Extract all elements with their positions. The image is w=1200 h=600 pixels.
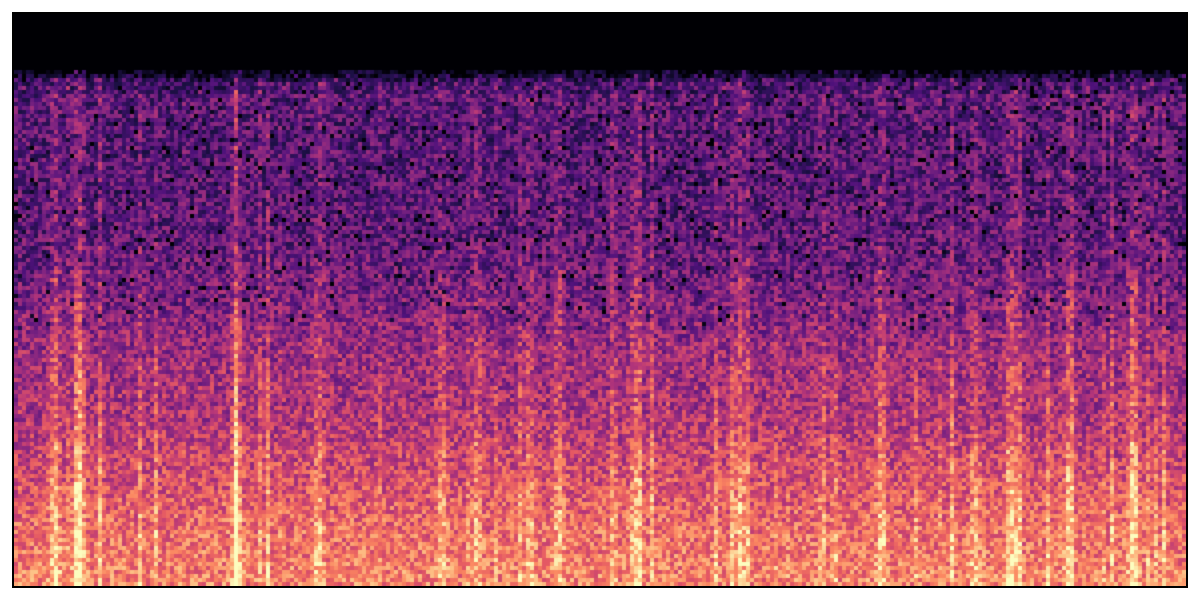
spectrogram-figure bbox=[0, 0, 1200, 600]
spectrogram-heatmap bbox=[14, 14, 1186, 586]
plot-area bbox=[12, 12, 1188, 588]
